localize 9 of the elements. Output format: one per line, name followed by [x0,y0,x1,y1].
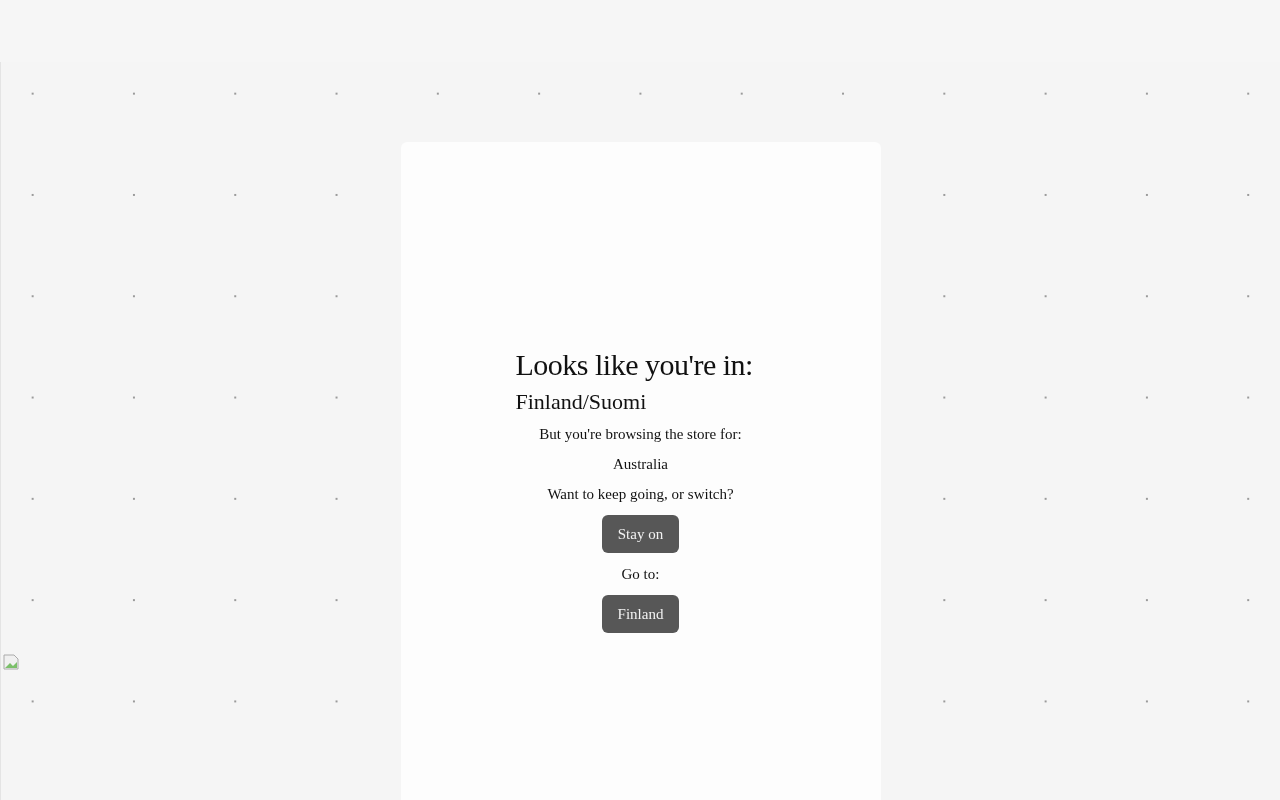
detected-country: Finland/Suomi [515,389,648,416]
current-store: Australia [612,455,669,474]
switch-question: Want to keep going, or switch? [546,485,735,504]
switch-store-button[interactable]: Finland [601,595,680,634]
dialog-heading: Looks like you're in: [515,347,754,383]
go-to-label: Go to: [620,565,661,584]
stay-button[interactable]: Stay on [601,515,680,554]
store-message: But you're browsing the store for: [538,425,743,444]
broken-image-icon [3,654,19,670]
